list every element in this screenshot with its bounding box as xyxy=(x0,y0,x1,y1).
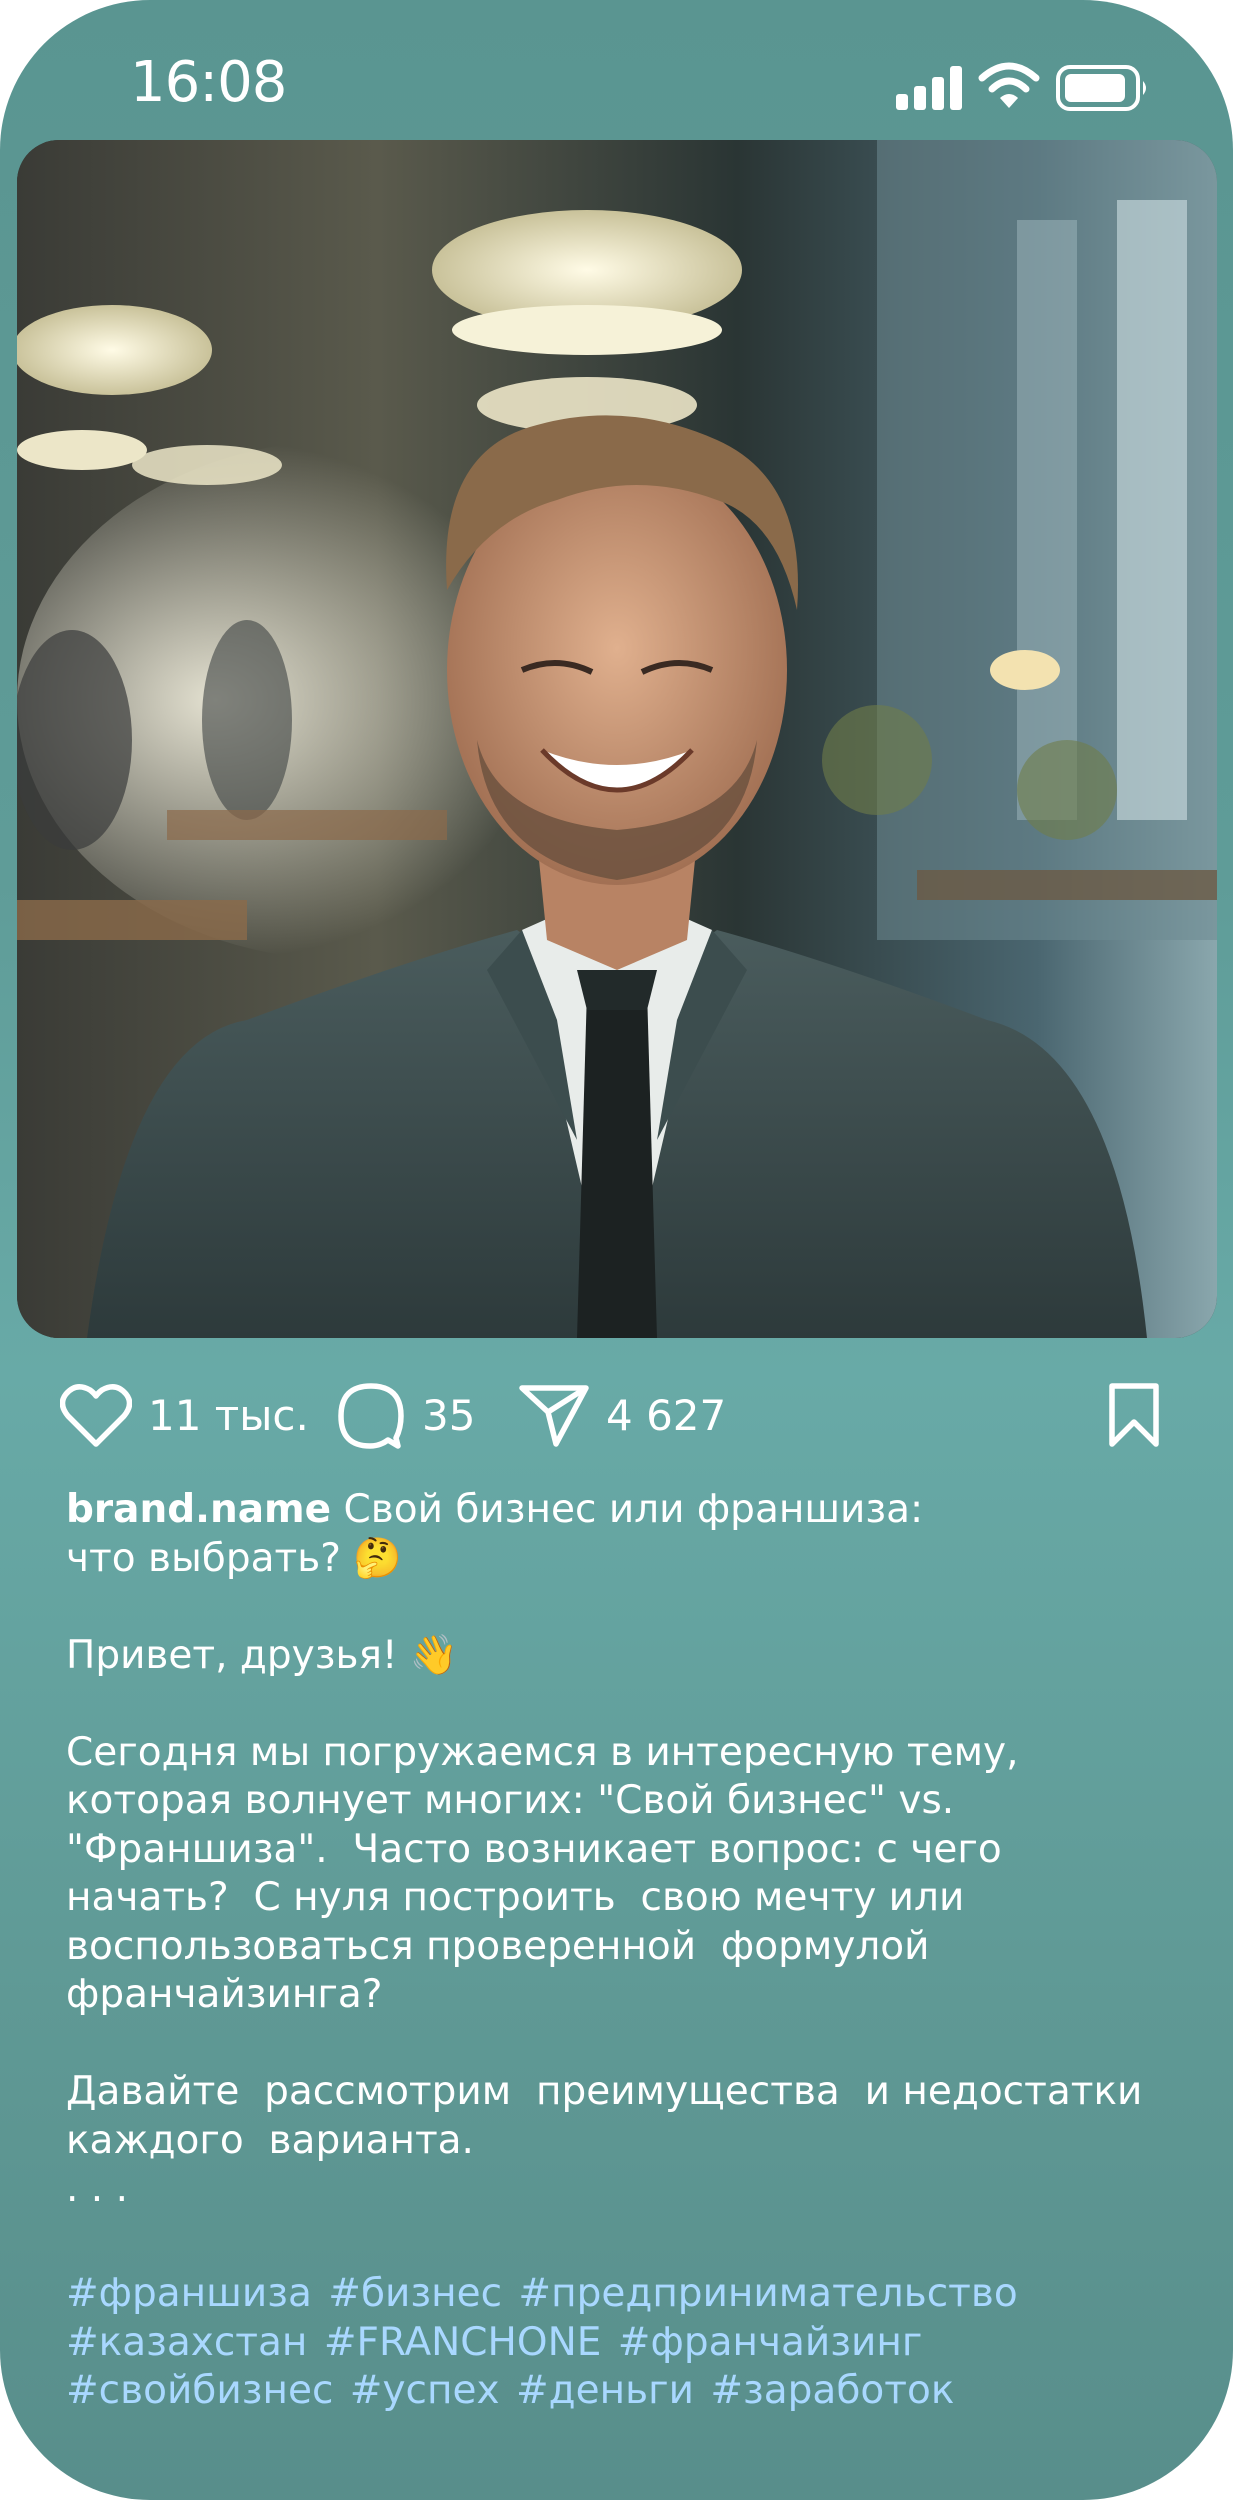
hashtag-link[interactable]: #предпринимательство xyxy=(518,2271,1017,2316)
hashtag-line: #казахстан #FRANCHONE #франчайзинг xyxy=(66,2319,1186,2368)
hashtag-line: #франшиза #бизнес #предпринимательство xyxy=(66,2270,1186,2319)
caption-more[interactable]: . . . xyxy=(66,2166,128,2211)
photo-illustration xyxy=(17,140,1217,1338)
heart-icon xyxy=(60,1384,132,1447)
comment-bubble-icon xyxy=(338,1383,404,1449)
battery-icon xyxy=(1056,65,1146,111)
caption-title-2: что выбрать? 🤔 xyxy=(66,1535,402,1581)
post-caption: brand.name Свой бизнес или франшиза: что… xyxy=(66,1486,1186,2214)
hashtag-link[interactable]: #заработок xyxy=(710,2368,954,2413)
like-button[interactable]: 11 тыс. xyxy=(60,1370,309,1460)
likes-count: 11 тыс. xyxy=(148,1390,309,1440)
hashtags-block: #франшиза #бизнес #предпринимательство #… xyxy=(66,2270,1186,2416)
post-actions-bar: 11 тыс. 35 4 627 xyxy=(0,1370,1233,1460)
caption-ending: Давайте рассмотрим преимущества и недост… xyxy=(66,2069,1143,2163)
caption-title: Свой бизнес или франшиза: xyxy=(331,1487,924,1532)
share-button[interactable]: 4 627 xyxy=(518,1370,726,1460)
hashtag-link[interactable]: #успех xyxy=(350,2368,500,2413)
caption-body: Сегодня мы погружаемся в интересную тему… xyxy=(66,1729,1019,2018)
signal-icon xyxy=(896,66,962,110)
post-photo[interactable] xyxy=(17,140,1217,1338)
status-bar: 16:08 xyxy=(0,0,1233,140)
hashtag-link[interactable]: #франшиза xyxy=(66,2271,312,2316)
comments-count: 35 xyxy=(422,1390,476,1440)
hashtag-link[interactable]: #бизнес xyxy=(328,2271,502,2316)
bookmark-icon xyxy=(1109,1383,1159,1447)
shares-count: 4 627 xyxy=(606,1390,727,1440)
save-button[interactable] xyxy=(1106,1370,1162,1460)
paper-plane-icon xyxy=(519,1385,589,1447)
hashtag-line: #свойбизнес #успех #деньги #заработок xyxy=(66,2367,1186,2416)
comment-button[interactable]: 35 xyxy=(336,1370,475,1460)
hashtag-link[interactable]: #казахстан xyxy=(66,2320,307,2365)
hashtag-link[interactable]: #свойбизнес xyxy=(66,2368,333,2413)
caption-greeting: Привет, друзья! 👋 xyxy=(66,1632,459,1678)
hashtag-link[interactable]: #FRANCHONE xyxy=(324,2320,602,2365)
wifi-icon xyxy=(978,62,1040,108)
username-link[interactable]: brand.name xyxy=(66,1487,331,1532)
hashtag-link[interactable]: #франчайзинг xyxy=(618,2320,923,2365)
phone-screen: 16:08 11 тыс. 35 4 627 brand.name Свой б… xyxy=(0,0,1233,2500)
hashtag-link[interactable]: #деньги xyxy=(516,2368,694,2413)
status-time: 16:08 xyxy=(130,50,287,115)
